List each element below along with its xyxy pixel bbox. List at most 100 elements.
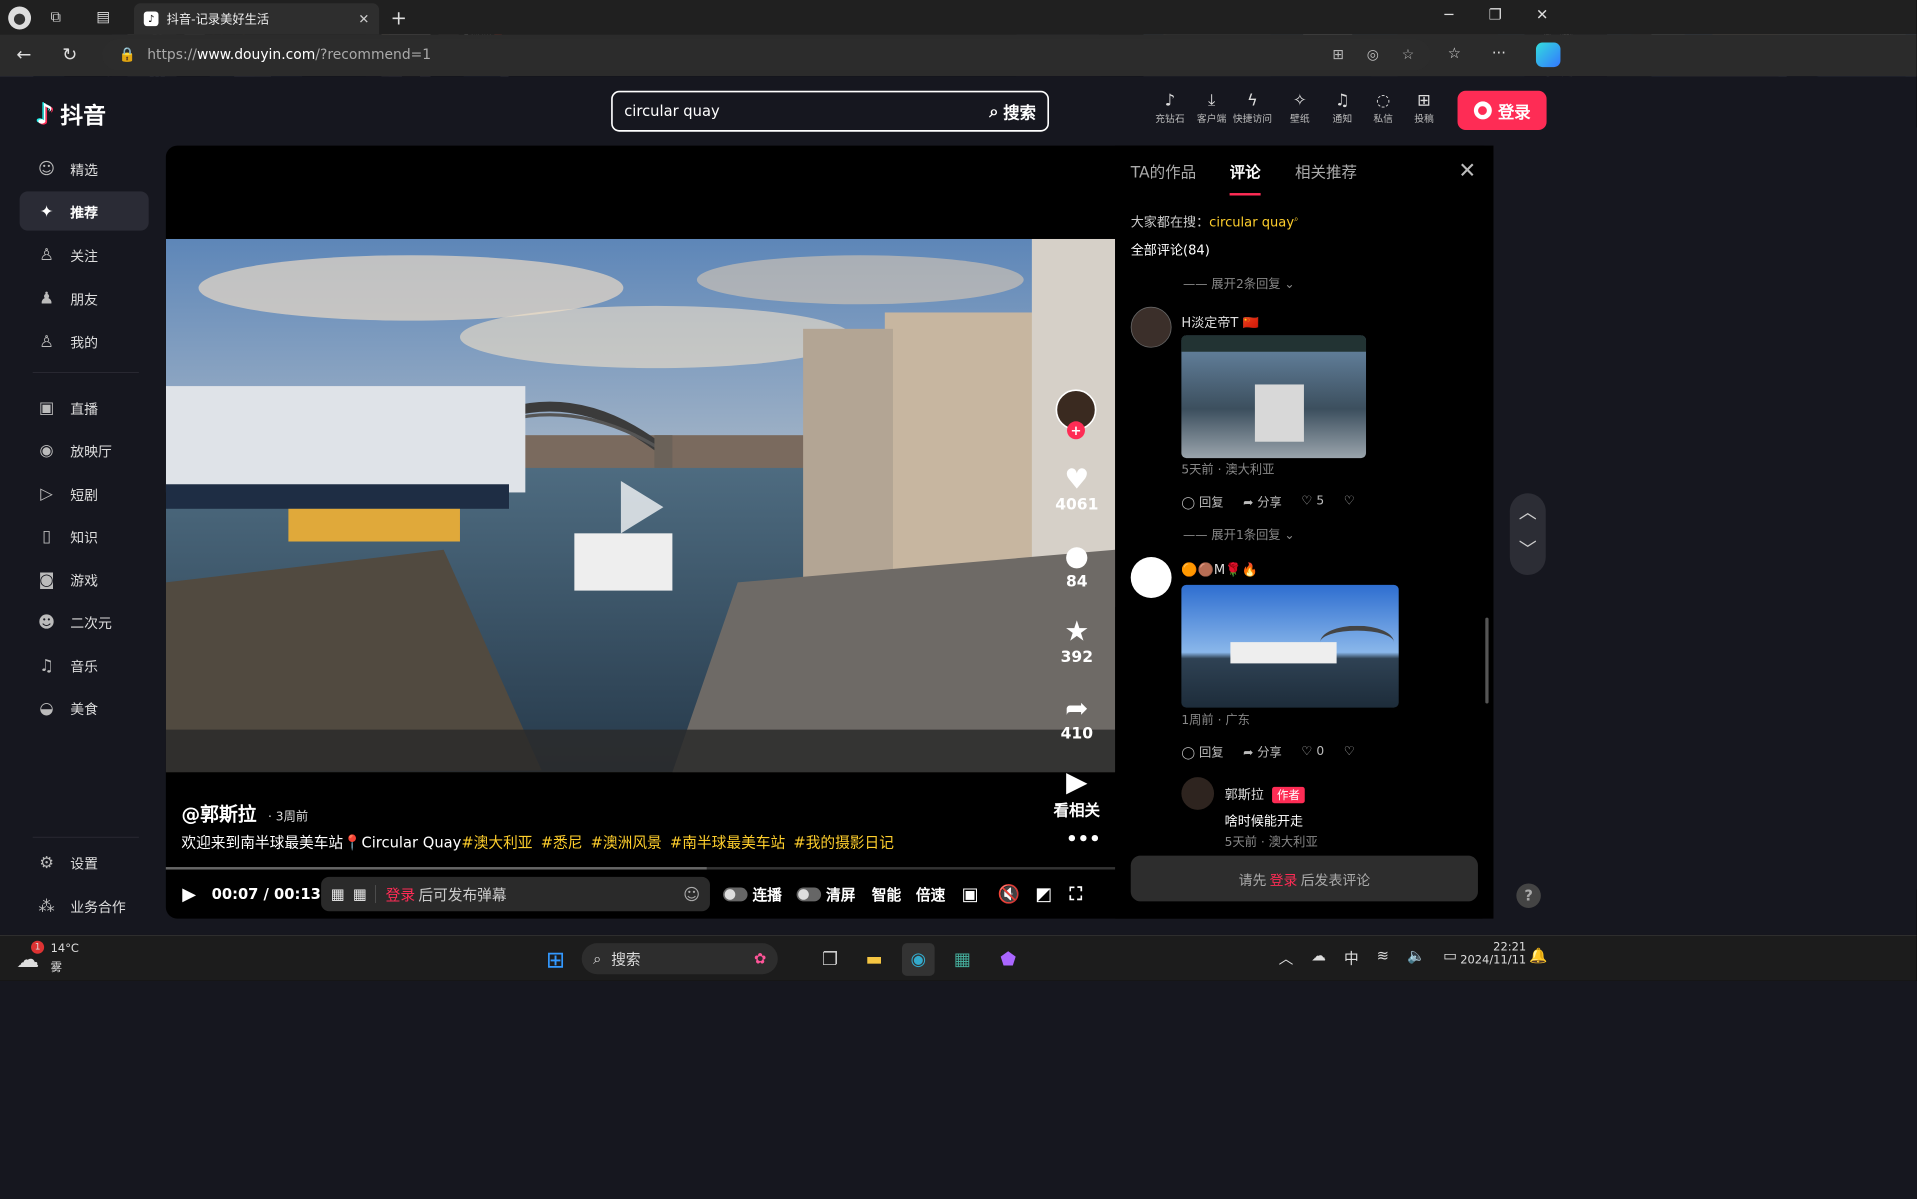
search-box[interactable]: circular quay ⌕ 搜索	[611, 90, 1050, 132]
favorite-star-icon[interactable]: ☆	[1402, 47, 1414, 63]
maximize-icon[interactable]: ❐	[1489, 7, 1502, 24]
previous-video-icon[interactable]: ︿	[1510, 493, 1546, 534]
sidebar-item-friends[interactable]: ♟ 朋友	[20, 278, 149, 317]
favorite-button[interactable]: ★ 392	[1046, 615, 1108, 666]
comment-author[interactable]: H淡定帝T 🇨🇳	[1181, 312, 1258, 332]
sidebar-item-food[interactable]: ◒ 美食	[20, 688, 149, 727]
comment-avatar[interactable]	[1130, 557, 1172, 598]
window-close-icon[interactable]: ✕	[1536, 7, 1548, 24]
danmu-settings-icon[interactable]: ▦	[353, 885, 367, 902]
notifications-icon[interactable]: 🔔	[1529, 947, 1547, 964]
danmu-login-link[interactable]: 登录	[386, 883, 415, 904]
ime-indicator[interactable]: 中	[1344, 947, 1359, 968]
tab-related[interactable]: 相关推荐	[1295, 160, 1357, 182]
comment-like-button[interactable]: ♡ 0	[1301, 744, 1324, 761]
clock[interactable]: 22:21 2024/11/11	[1458, 941, 1526, 967]
favorites-icon[interactable]: ☆	[1448, 45, 1461, 62]
volume-icon[interactable]: 🔈	[1407, 947, 1425, 968]
reply-author-name[interactable]: 郭斯拉	[1225, 787, 1264, 803]
sidebar-item-follow[interactable]: ♙ 关注	[20, 235, 149, 274]
danmu-input[interactable]: ▦ ▦ 登录 后可发布弹幕 ☺	[321, 876, 710, 912]
back-icon[interactable]: ←	[16, 45, 31, 65]
sidebar-item-game[interactable]: ◙ 游戏	[20, 560, 149, 599]
topbar-bell-button[interactable]: ♫ 通知	[1322, 90, 1363, 125]
comment-avatar[interactable]	[1130, 306, 1172, 348]
sidebar-item-me[interactable]: ♙ 我的	[20, 321, 149, 360]
task-view-icon[interactable]: ❐	[814, 943, 847, 976]
sidebar-item-cinema[interactable]: ◉ 放映厅	[20, 430, 149, 469]
reply-button[interactable]: ◯ 回复	[1181, 493, 1223, 510]
tab-works[interactable]: TA的作品	[1131, 160, 1196, 182]
sidebar-item-settings[interactable]: ⚙ 设置	[20, 843, 149, 882]
app-pre-icon[interactable]: ⬟	[992, 943, 1025, 976]
more-options-icon[interactable]: •••	[1066, 829, 1100, 849]
autoplay-toggle[interactable]: 连播	[723, 874, 782, 915]
sidebar-item-music[interactable]: ♫ 音乐	[20, 645, 149, 684]
comment-image[interactable]	[1181, 584, 1399, 708]
reply-button[interactable]: ◯ 回复	[1181, 744, 1223, 761]
hashtag-link[interactable]: #南半球最美车站	[670, 834, 785, 851]
search-button[interactable]: ⌕ 搜索	[989, 99, 1036, 123]
reload-icon[interactable]: ↻	[62, 45, 77, 65]
store-icon[interactable]: ▦	[946, 943, 979, 976]
progress-bar[interactable]	[165, 867, 1116, 870]
windows-start-icon[interactable]: ⊞	[539, 943, 572, 976]
comment-input[interactable]: 请先 登录 后发表评论	[1130, 855, 1478, 902]
expand-replies[interactable]: —— 展开1条回复 ⌄	[1183, 526, 1295, 543]
share-comment-button[interactable]: ➦ 分享	[1243, 744, 1282, 761]
sidebar-item-anime[interactable]: ☻ 二次元	[20, 602, 149, 641]
play-icon[interactable]: ▶	[182, 874, 196, 915]
onedrive-icon[interactable]: ☁	[1311, 947, 1326, 968]
login-button[interactable]: ● 登录	[1457, 90, 1547, 131]
more-menu-icon[interactable]: ···	[1492, 45, 1506, 62]
close-panel-icon[interactable]: ✕	[1458, 159, 1476, 184]
topbar-bolt-button[interactable]: ϟ 快捷访问	[1232, 90, 1273, 125]
reply-author[interactable]: 郭斯拉 作者	[1225, 784, 1305, 804]
related-button[interactable]: ▶ 看相关	[1046, 766, 1108, 821]
search-input[interactable]: circular quay	[624, 103, 719, 120]
topbar-wallpaper-button[interactable]: ✧ 壁纸	[1279, 90, 1320, 125]
topbar-diamond-button[interactable]: ♪ 充钻石	[1150, 90, 1191, 125]
workspaces-icon[interactable]: ⧉	[51, 8, 62, 25]
topbar-download-button[interactable]: ⤓ 客户端	[1191, 90, 1232, 125]
danmu-toggle-icon[interactable]: ▦	[331, 885, 345, 902]
tray-overflow-icon[interactable]: ︿	[1279, 947, 1294, 968]
edge-taskbar-icon[interactable]: ◉	[901, 943, 935, 976]
sidebar-item-business[interactable]: ⁂ 业务合作	[20, 886, 149, 925]
smart-button[interactable]: 智能	[872, 874, 901, 915]
sidebar-item-knowledge[interactable]: ▯ 知识	[20, 516, 149, 555]
topbar-upload-button[interactable]: ⊞ 投稿	[1404, 90, 1445, 125]
topbar-message-button[interactable]: ◌ 私信	[1363, 90, 1404, 125]
share-button[interactable]: ➦ 410	[1046, 692, 1108, 743]
clear-screen-toggle[interactable]: 清屏	[796, 874, 855, 915]
video-author[interactable]: @郭斯拉 · 3周前	[181, 798, 308, 826]
hot-search-link[interactable]: circular quay	[1209, 214, 1294, 230]
wifi-icon[interactable]: ≋	[1377, 947, 1389, 968]
browser-tab[interactable]: ♪ 抖音-记录美好生活 ✕	[133, 3, 380, 35]
pip-icon[interactable]: ▣	[962, 874, 979, 915]
hashtag-link[interactable]: #澳洲风景	[591, 834, 662, 851]
app-available-icon[interactable]: ⊞	[1332, 47, 1344, 63]
edge-icon[interactable]: ◎	[1367, 47, 1379, 63]
comment-author[interactable]: 🟠🟤M🌹🔥	[1181, 562, 1257, 578]
sidebar-item-live[interactable]: ▣ 直播	[20, 388, 149, 427]
web-fullscreen-icon[interactable]: ◩	[1035, 874, 1052, 915]
dislike-icon[interactable]: ♡	[1344, 744, 1355, 761]
next-video-icon[interactable]: ﹀	[1510, 534, 1546, 575]
sidebar-item-recommend[interactable]: ✦ 推荐	[19, 191, 149, 231]
tab-comments[interactable]: 评论	[1230, 160, 1261, 182]
file-explorer-icon[interactable]: ▬	[858, 943, 891, 976]
comment-scrollbar[interactable]	[1485, 617, 1489, 704]
douyin-logo[interactable]: ♪ 抖音	[36, 98, 106, 131]
comment-image[interactable]	[1181, 335, 1367, 459]
profile-icon[interactable]: ●	[8, 6, 32, 30]
fullscreen-icon[interactable]: ⛶	[1069, 874, 1082, 915]
taskbar-search[interactable]: ⌕ 搜索 ✿	[581, 943, 778, 975]
minimize-icon[interactable]: ─	[1444, 7, 1453, 24]
comment-button[interactable]: ● 84	[1046, 540, 1108, 591]
close-tab-icon[interactable]: ✕	[358, 11, 369, 27]
address-bar[interactable]: 🔒 https://www.douyin.com/?recommend=1 ⊞ …	[102, 39, 1431, 71]
speed-button[interactable]: 倍速	[916, 874, 945, 915]
author-name[interactable]: @郭斯拉	[181, 798, 256, 826]
expand-replies[interactable]: —— 展开2条回复 ⌄	[1183, 275, 1295, 292]
